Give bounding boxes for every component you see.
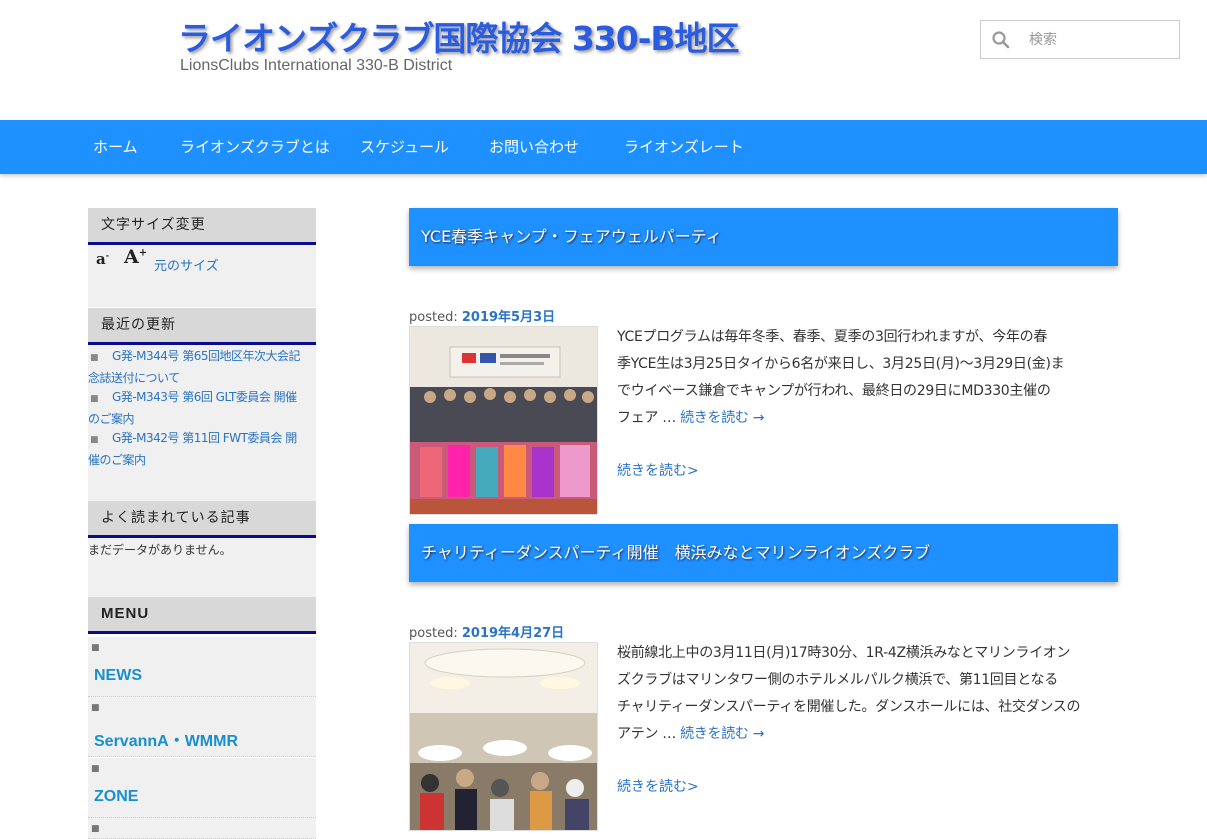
widget-title-recent: 最近の更新	[88, 308, 316, 345]
nav-schedule[interactable]: スケジュール	[360, 120, 449, 174]
post-meta: posted: 2019年4月27日	[409, 626, 565, 641]
continue-reading-link[interactable]: 続きを読む →	[680, 726, 764, 742]
widget-title-popular: よく読まれている記事	[88, 501, 316, 538]
site-title[interactable]: ライオンズクラブ国際協会 330-B地区	[178, 12, 740, 60]
widget-title-font-size: 文字サイズ変更	[88, 208, 316, 245]
main-navigation: ホーム ライオンズクラブとは スケジュール お問い合わせ ライオンズレート	[0, 120, 1207, 174]
recent-post-link[interactable]: ■ G発-M342号 第11回 FWT委員会 開 催のご案内	[88, 428, 316, 470]
menu-item-label[interactable]: ZONE	[94, 788, 138, 806]
site-description: LionsClubs International 330-B District	[180, 57, 453, 74]
bullet-icon: ■	[91, 703, 100, 713]
ballroom-photo-image	[410, 643, 597, 830]
recent-post-link[interactable]: ■ G発-M344号 第65回地区年次大会記 念誌送付について	[88, 346, 316, 388]
post-title[interactable]: チャリティーダンスパーティ開催 横浜みなとマリンライオンズクラブ	[409, 524, 1118, 582]
menu-item-zone[interactable]: ■ ZONE	[88, 758, 316, 818]
bullet-icon: ■	[91, 643, 100, 653]
widget-title-menu: MENU	[88, 597, 316, 634]
post-meta: posted: 2019年5月3日	[409, 310, 556, 325]
read-more-link[interactable]: 続きを読む>	[617, 776, 699, 796]
bullet-icon: ■	[91, 824, 100, 834]
continue-reading-link[interactable]: 続きを読む →	[680, 410, 764, 426]
read-more-link[interactable]: 続きを読む>	[617, 460, 699, 480]
font-larger-button[interactable]: A+	[124, 246, 147, 268]
bullet-icon: ■	[91, 764, 100, 774]
bullet-icon: ■	[90, 353, 99, 363]
bullet-icon: ■	[90, 435, 99, 445]
nav-lions-rate[interactable]: ライオンズレート	[624, 120, 744, 174]
group-photo-image	[410, 327, 597, 514]
menu-item-label[interactable]: NEWS	[94, 667, 142, 685]
menu-item-news[interactable]: ■ NEWS	[88, 637, 316, 697]
nav-contact[interactable]: お問い合わせ	[489, 120, 579, 174]
font-smaller-button[interactable]: a-	[96, 250, 109, 268]
post-date-link[interactable]: 2019年4月27日	[462, 626, 564, 641]
search-box[interactable]	[980, 20, 1180, 59]
recent-post-link[interactable]: ■ G発-M343号 第6回 GLT委員会 開催 のご案内	[88, 387, 316, 429]
menu-item-more[interactable]: ■	[88, 818, 316, 839]
post-thumbnail[interactable]	[409, 326, 598, 515]
popular-empty-text: まだデータがありません。	[88, 543, 232, 557]
search-icon	[992, 31, 1010, 49]
search-input[interactable]	[1029, 30, 1169, 50]
menu-item-servanna[interactable]: ■ ServannA・WMMR	[88, 697, 316, 757]
post-excerpt: 桜前線北上中の3月11日(月)17時30分、1R-4Z横浜みなとマリンライオン …	[617, 645, 1081, 742]
post-excerpt: YCEプログラムは毎年冬季、春季、夏季の3回行われますが、今年の春 季YCE生は…	[617, 329, 1065, 426]
post-date-link[interactable]: 2019年5月3日	[462, 310, 555, 325]
font-reset-link[interactable]: 元のサイズ	[154, 255, 219, 274]
post-title[interactable]: YCE春季キャンプ・フェアウェルパーティ	[409, 208, 1118, 266]
nav-home[interactable]: ホーム	[93, 120, 138, 174]
post-thumbnail[interactable]	[409, 642, 598, 831]
menu-item-label[interactable]: ServannA・WMMR	[94, 727, 238, 751]
bullet-icon: ■	[90, 394, 99, 404]
nav-about[interactable]: ライオンズクラブとは	[180, 120, 330, 174]
